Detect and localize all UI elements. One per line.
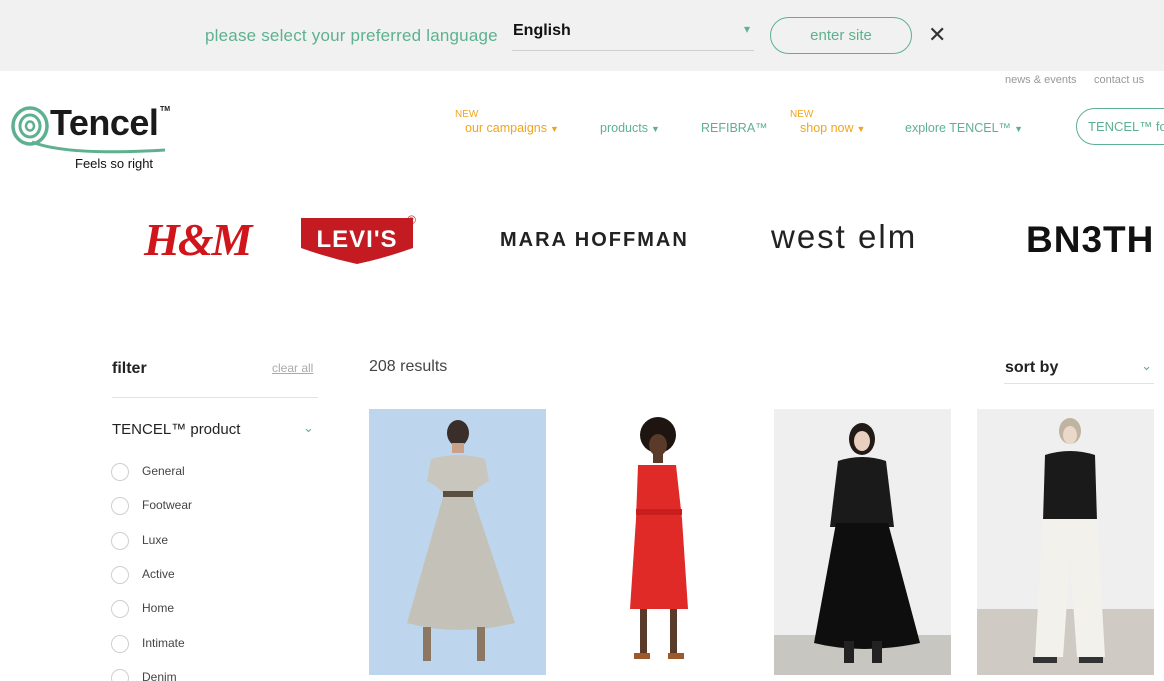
- filter-option-label: Luxe: [142, 533, 169, 547]
- chevron-down-icon: ▼: [550, 124, 559, 134]
- registered-mark: ®: [407, 213, 416, 227]
- facet-tencel-product[interactable]: TENCEL™ product: [112, 421, 240, 438]
- product-image: [774, 409, 951, 675]
- levis-wordmark: LEVI'S: [316, 226, 398, 253]
- filter-option-label: Intimate: [142, 636, 185, 650]
- news-events-link[interactable]: news & events: [1005, 74, 1077, 86]
- product-card[interactable]: [977, 409, 1154, 675]
- filter-title: filter: [112, 360, 147, 377]
- tencel-for-button[interactable]: TENCEL™ for: [1076, 108, 1164, 145]
- sort-by-label: sort by: [1005, 359, 1059, 376]
- chevron-down-icon: ▾: [743, 22, 750, 36]
- chevron-down-icon: ▼: [856, 124, 866, 134]
- clear-all-link[interactable]: clear all: [272, 361, 313, 375]
- nav-our-campaigns[interactable]: our campaigns ▼: [465, 121, 559, 135]
- nav-label: our campaigns: [465, 121, 547, 135]
- product-card[interactable]: [774, 409, 951, 675]
- logo-tagline: Feels so right: [75, 156, 154, 171]
- nav-refibra[interactable]: REFIBRA™: [701, 121, 768, 135]
- product-card[interactable]: [369, 409, 546, 675]
- product-image: [572, 409, 749, 675]
- product-image: [977, 409, 1154, 675]
- nav-label: products: [600, 121, 648, 135]
- nav-label: explore TENCEL™: [905, 121, 1012, 135]
- nav-label: REFIBRA™: [701, 121, 768, 135]
- nav-label: shop now: [800, 121, 854, 135]
- radio-icon[interactable]: [111, 669, 129, 681]
- sort-by-select[interactable]: sort by ⌄: [1004, 350, 1154, 384]
- enter-site-button[interactable]: enter site: [770, 17, 912, 54]
- filter-option-label: General: [142, 464, 185, 478]
- nav-shop-now[interactable]: shop now ▼: [800, 121, 865, 135]
- tencel-logo[interactable]: Tencel TM Feels so right: [8, 98, 178, 174]
- radio-icon[interactable]: [111, 566, 129, 584]
- selected-language: English: [513, 22, 571, 39]
- radio-icon[interactable]: [111, 497, 129, 515]
- filter-option-label: Active: [142, 567, 175, 581]
- results-count: 208 results: [369, 358, 448, 375]
- new-badge: NEW: [790, 109, 814, 120]
- contact-us-link[interactable]: contact us: [1094, 74, 1144, 86]
- new-badge: NEW: [455, 109, 479, 120]
- language-prompt: please select your preferred language: [205, 26, 498, 45]
- brand-levis-logo[interactable]: LEVI'S ®: [301, 213, 416, 264]
- chevron-down-icon: ▼: [650, 124, 660, 134]
- radio-icon[interactable]: [111, 532, 129, 550]
- product-image: [369, 409, 546, 675]
- filter-option-label: Denim: [142, 670, 177, 681]
- brand-west-elm-logo[interactable]: west elm: [771, 218, 917, 256]
- nav-products[interactable]: products ▼: [600, 121, 660, 135]
- radio-icon[interactable]: [111, 635, 129, 653]
- chevron-down-icon[interactable]: ⌄: [303, 420, 314, 436]
- brand-mara-hoffman-logo[interactable]: MARA HOFFMAN: [500, 229, 689, 252]
- radio-icon[interactable]: [111, 600, 129, 618]
- logo-wordmark: Tencel: [50, 102, 159, 143]
- brand-bn3th-logo[interactable]: BN3TH: [1026, 219, 1154, 261]
- radio-icon[interactable]: [111, 463, 129, 481]
- nav-explore-tencel[interactable]: explore TENCEL™ ▼: [905, 121, 1023, 135]
- close-icon[interactable]: ✕: [928, 24, 946, 48]
- product-card[interactable]: [572, 409, 749, 675]
- chevron-down-icon: ⌄: [1141, 358, 1152, 373]
- brand-hm-logo[interactable]: H&M: [144, 213, 252, 266]
- logo-trademark: TM: [160, 106, 171, 113]
- language-bar: please select your preferred language En…: [0, 0, 1164, 71]
- divider: [112, 397, 318, 398]
- chevron-down-icon: ▼: [1014, 124, 1023, 134]
- filter-option-label: Footwear: [142, 498, 193, 512]
- language-select[interactable]: English ▾: [512, 20, 754, 51]
- filter-option-label: Home: [142, 601, 175, 615]
